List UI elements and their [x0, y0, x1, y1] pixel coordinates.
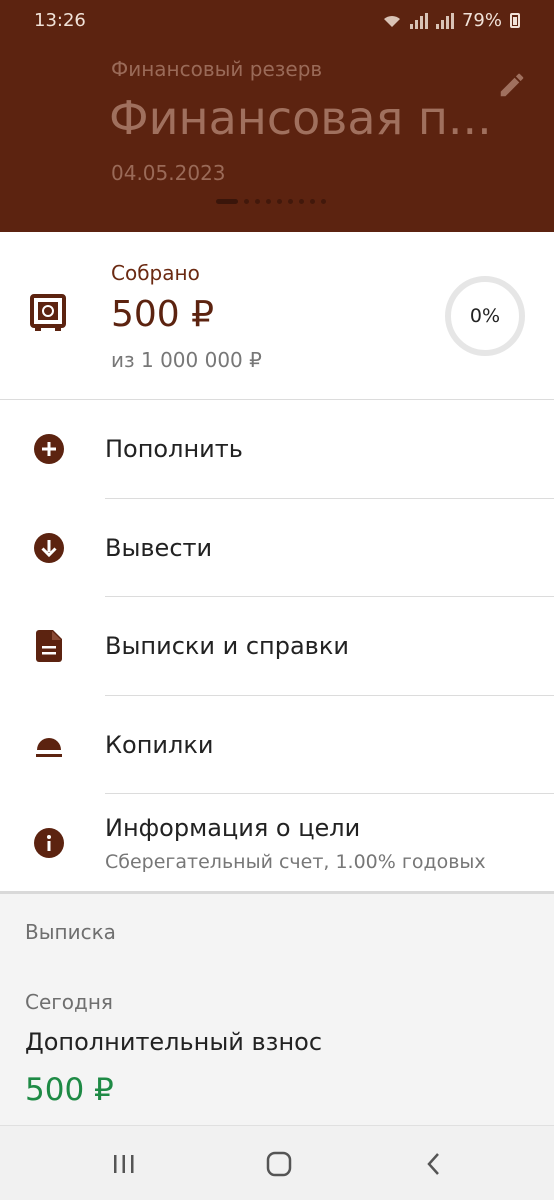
- transaction-name[interactable]: Дополнительный взнос: [25, 1028, 322, 1056]
- battery-icon: [510, 13, 520, 28]
- home-icon: [266, 1151, 292, 1177]
- recent-apps-icon: [114, 1155, 134, 1173]
- goal-category: Финансовый резерв: [111, 57, 323, 81]
- transaction-amount: 500 ₽: [25, 1072, 114, 1108]
- edit-button[interactable]: [492, 65, 532, 105]
- info-circle-icon: [34, 828, 64, 859]
- menu-item-piggy-banks[interactable]: Копилки: [0, 696, 554, 794]
- progress-ring: 0%: [445, 276, 525, 356]
- back-icon: [427, 1153, 439, 1175]
- page-dot: [244, 199, 249, 204]
- signal-icon-2: [435, 12, 454, 29]
- menu-item-top-up[interactable]: Пополнить: [0, 400, 554, 499]
- recent-apps-button[interactable]: [104, 1148, 144, 1180]
- menu-item-sublabel: Сберегательный счет, 1.00% годовых: [105, 851, 486, 873]
- menu-item-label: Выписки и справки: [105, 632, 349, 661]
- status-bar: 13:26 79%: [0, 0, 554, 41]
- arrow-down-circle-icon: [34, 532, 64, 563]
- goal-amount: из 1 000 000 ₽: [111, 348, 262, 372]
- statement-title: Выписка: [25, 920, 116, 944]
- battery-percent: 79%: [461, 10, 502, 31]
- home-button[interactable]: [259, 1148, 299, 1180]
- menu-item-goal-info[interactable]: Информация о цели Сберегательный счет, 1…: [0, 794, 554, 893]
- page-dot: [299, 199, 304, 204]
- goal-date: 04.05.2023: [111, 161, 226, 185]
- page-indicator: [216, 199, 326, 204]
- signal-icon: [409, 12, 428, 29]
- menu-item-statements[interactable]: Выписки и справки: [0, 597, 554, 696]
- menu-item-label: Копилки: [105, 730, 214, 759]
- wifi-icon: [383, 15, 400, 27]
- menu-item-label: Информация о цели: [105, 814, 361, 842]
- goal-title: Финансовая п...: [109, 91, 492, 145]
- page-dot: [288, 199, 293, 204]
- page-dot: [255, 199, 260, 204]
- statement-section: Выписка Сегодня Дополнительный взнос 500…: [0, 891, 554, 1125]
- page-dot: [277, 199, 282, 204]
- menu-item-withdraw[interactable]: Вывести: [0, 499, 554, 597]
- status-time: 13:26: [34, 10, 86, 31]
- menu-item-label: Вывести: [105, 533, 213, 562]
- status-icons: 79%: [382, 10, 520, 31]
- page-dot: [321, 199, 326, 204]
- back-button[interactable]: [414, 1148, 454, 1180]
- statement-day: Сегодня: [25, 990, 113, 1014]
- actions-menu: Пополнить Вывести Выписки и справки Копи…: [0, 400, 554, 893]
- page-dot-active: [216, 199, 238, 204]
- pencil-icon: [500, 73, 524, 97]
- collected-amount: 500 ₽: [111, 294, 215, 335]
- system-nav-bar: [0, 1125, 554, 1200]
- progress-percent: 0%: [469, 305, 501, 327]
- page-dot: [310, 199, 315, 204]
- safe-icon: [30, 294, 66, 338]
- collected-label: Собрано: [111, 261, 200, 285]
- document-icon: [34, 630, 64, 663]
- menu-item-label: Пополнить: [105, 435, 243, 464]
- piggy-dome-icon: [34, 730, 64, 760]
- page-dot: [266, 199, 271, 204]
- plus-circle-icon: [34, 434, 64, 465]
- savings-summary: Собрано 500 ₽ из 1 000 000 ₽ 0%: [0, 232, 554, 400]
- goal-header: Финансовый резерв Финансовая п... 04.05.…: [0, 41, 554, 232]
